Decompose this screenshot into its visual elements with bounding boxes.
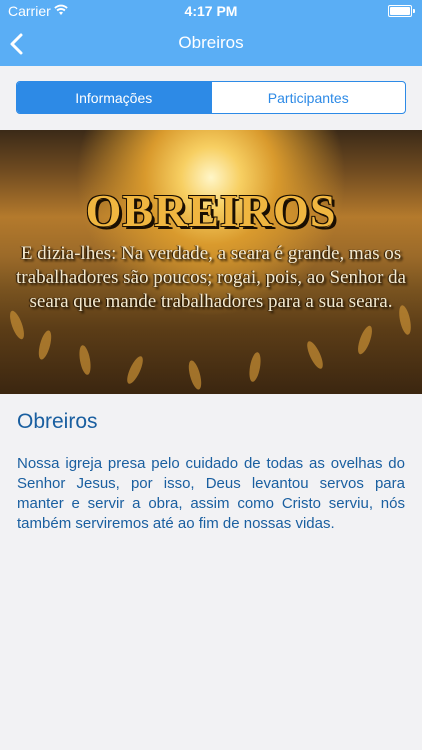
navigation-bar: Obreiros [0, 22, 422, 66]
battery-icon [388, 5, 415, 17]
banner-title: OBREIROS [85, 185, 337, 236]
clock: 4:17 PM [184, 3, 238, 19]
segmented-control: Informações Participantes [16, 81, 406, 114]
status-bar: Carrier 4:17 PM [0, 0, 422, 22]
top-bar: Carrier 4:17 PM Obreiros [0, 0, 422, 66]
banner-verse: E dizia-lhes: Na verdade, a seara é gran… [16, 243, 406, 312]
banner-image: OBREIROS E dizia-lhes: Na verdade, a sea… [0, 130, 422, 394]
section-title: Obreiros [17, 410, 98, 433]
page-title: Obreiros [178, 33, 244, 52]
tab-informacoes[interactable]: Informações [17, 82, 211, 113]
tab-participantes[interactable]: Participantes [210, 82, 406, 113]
description-text: Nossa igreja presa pelo cuidado de todas… [17, 455, 405, 532]
